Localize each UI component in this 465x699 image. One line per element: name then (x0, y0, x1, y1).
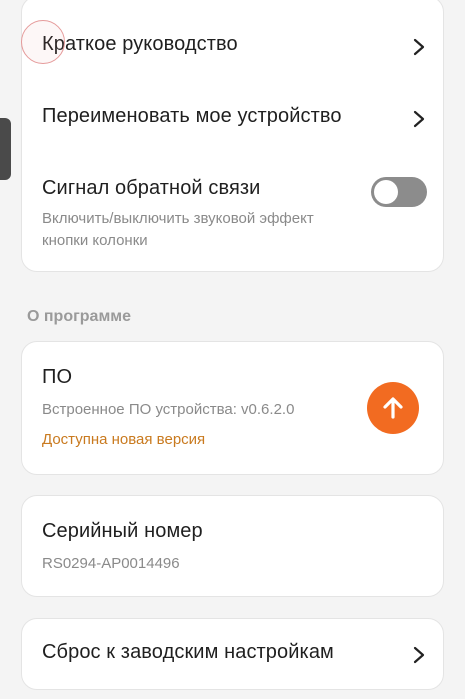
chevron-right-icon (411, 645, 427, 665)
touch-indicator (21, 20, 65, 64)
serial-number-value: RS0294-AP0014496 (42, 555, 180, 572)
update-notice: Доступна новая версия (42, 431, 206, 448)
firmware-card: ПО Встроенное ПО устройства: v0.6.2.0 До… (21, 341, 444, 475)
firmware-update-button[interactable] (367, 382, 419, 434)
serial-number-card: Серийный номер RS0294-AP0014496 (21, 495, 444, 597)
general-settings-card: Краткое руководство Переименовать мое ус… (21, 0, 444, 272)
toggle-knob (374, 180, 398, 204)
serial-number-info: Серийный номер RS0294-AP0014496 (42, 520, 427, 575)
rename-device-row[interactable]: Переименовать мое устройство (42, 105, 427, 133)
factory-reset-label: Сброс к заводским настройкам (42, 641, 334, 663)
factory-reset-row[interactable]: Сброс к заводским настройкам (42, 641, 427, 669)
chevron-right-icon (411, 109, 427, 129)
settings-screen: Краткое руководство Переименовать мое ус… (0, 0, 465, 699)
feedback-signal-toggle[interactable] (371, 177, 427, 207)
feedback-signal-row: Сигнал обратной связи Включить/выключить… (42, 177, 427, 257)
about-section-title: О программе (27, 308, 132, 325)
quick-guide-row[interactable]: Краткое руководство (42, 33, 427, 61)
quick-guide-label: Краткое руководство (42, 33, 238, 55)
serial-number-title: Серийный номер (42, 520, 203, 542)
factory-reset-card[interactable]: Сброс к заводским настройкам (21, 618, 444, 690)
chevron-right-icon (411, 37, 427, 57)
feedback-signal-label: Сигнал обратной связи (42, 177, 261, 199)
feedback-signal-description: Включить/выключить звуковой эффект кнопк… (42, 210, 314, 249)
firmware-title: ПО (42, 366, 73, 388)
side-drawer-handle[interactable] (0, 118, 11, 180)
arrow-up-icon (383, 397, 403, 419)
rename-device-label: Переименовать мое устройство (42, 105, 342, 127)
